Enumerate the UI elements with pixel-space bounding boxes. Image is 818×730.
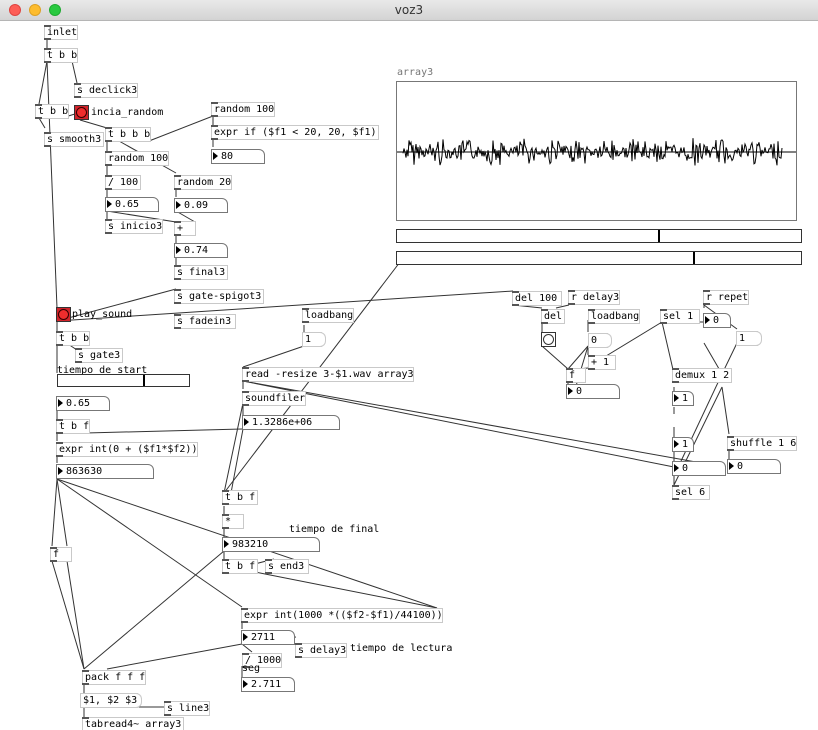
number-box[interactable]: 0.74 [174,243,228,258]
float-object[interactable]: f [50,547,72,562]
incia-random-bang[interactable] [74,105,89,120]
send-end-object[interactable]: s end3 [265,559,309,574]
expr-start-object[interactable]: expr int(0 + ($f1*$f2)) [56,442,198,457]
trigger-object[interactable]: t b f [222,559,258,574]
send-delay-object[interactable]: s delay3 [295,643,347,658]
message-box[interactable]: 0 [588,333,608,348]
expr-lectura-object[interactable]: expr int(1000 *(($f2-$f1)/44100)) [241,608,443,623]
number-box[interactable]: 1 [672,437,694,452]
send-inicio-object[interactable]: s inicio3 [105,219,163,234]
window-titlebar: voz3 [0,0,818,21]
expr-if-object[interactable]: expr if ($f1 < 20, 20, $f1) [211,125,379,140]
shuffle-object[interactable]: shuffle 1 6 [727,436,797,451]
receive-repet-object[interactable]: r repet [703,290,749,305]
pack-object[interactable]: pack f f f [82,670,146,685]
number-box[interactable]: 1.3286e+06 [242,415,340,430]
counter-number-box[interactable]: 0 [566,384,620,399]
inlet-object[interactable]: inlet [44,25,78,40]
array-waveform [397,138,796,166]
number-box[interactable]: 0.09 [174,198,228,213]
array-position-slider[interactable] [396,229,802,243]
send-line-object[interactable]: s line3 [164,701,210,716]
number-box[interactable]: 2.711 [241,677,295,692]
message-box[interactable]: 1 [302,332,322,347]
tiempo-de-final-label: tiempo de final [289,524,380,535]
send-smooth-object[interactable]: s smooth3 [44,132,104,147]
trigger-object[interactable]: t b b [56,331,90,346]
random-object[interactable]: random 100 [211,102,275,117]
send-fadein-object[interactable]: s fadein3 [174,314,236,329]
send-gate-spigot-object[interactable]: s gate-spigot3 [174,289,264,304]
select-object[interactable]: sel 1 [660,309,700,324]
number-box[interactable]: 80 [211,149,265,164]
tabread4-object[interactable]: tabread4~ array3 [82,717,184,730]
message-box[interactable]: 1 [736,331,758,346]
multiply-object[interactable]: * [222,514,244,529]
trigger-object[interactable]: t b b [35,104,69,119]
tiempo-de-lectura-label: tiempo de lectura [350,643,453,654]
random-object[interactable]: random 20 [174,175,232,190]
send-gate-object[interactable]: s gate3 [75,348,123,363]
random-object[interactable]: random 100 [105,151,169,166]
array-slider-knob[interactable] [658,230,660,242]
number-box[interactable]: 0 [672,461,726,476]
window-title: voz3 [394,3,424,17]
trigger-object[interactable]: t b f [222,490,258,505]
seg-label: seg [242,663,261,674]
bang[interactable] [541,332,556,347]
patch-canvas[interactable]: inlet t b b s declick3 t b b incia_rando… [0,21,818,730]
number-box[interactable]: 1 [672,391,694,406]
array-slider-knob[interactable] [693,252,695,264]
delay-object[interactable]: del 100 [512,291,562,306]
loadbang-object[interactable]: loadbang [302,308,354,323]
loadbang-object[interactable]: loadbang [588,309,640,324]
number-box[interactable]: 0.65 [56,396,110,411]
number-box[interactable]: 0 [727,459,781,474]
soundfiler-object[interactable]: soundfiler [242,391,306,406]
start-slider-knob[interactable] [143,375,145,386]
trigger-object[interactable]: t b b [44,48,78,63]
incia-random-label: incia_random [91,107,164,118]
array-name-label: array3 [397,67,434,78]
end-number-box[interactable]: 983210 [222,537,320,552]
float-object[interactable]: f [566,368,586,383]
select-object[interactable]: sel 6 [672,485,710,500]
number-box[interactable]: 2711 [241,630,295,645]
delay-object[interactable]: del [541,309,565,324]
start-slider[interactable] [57,374,190,387]
number-box[interactable]: 0.65 [105,197,159,212]
play-sound-label: play_sound [72,309,133,320]
play-sound-bang[interactable] [56,307,71,322]
plus-object[interactable]: + [174,221,196,236]
plus-one-object[interactable]: + 1 [588,355,616,370]
demux-object[interactable]: demux 1 2 [672,368,732,383]
array-graph[interactable] [396,81,797,221]
read-resize-object[interactable]: read -resize 3-$1.wav array3 [242,367,414,382]
trigger-object[interactable]: t b f [56,419,90,434]
receive-delay-object[interactable]: r delay3 [568,290,620,305]
array-end-slider[interactable] [396,251,802,265]
number-box[interactable]: 0 [703,313,731,328]
send-declick-object[interactable]: s declick3 [74,83,138,98]
trigger-object[interactable]: t b b b [105,127,151,142]
divide-object[interactable]: / 100 [105,175,141,190]
list-message-box[interactable]: $1, $2 $3 [80,693,138,708]
send-final-object[interactable]: s final3 [174,265,228,280]
start-number-box[interactable]: 863630 [56,464,154,479]
